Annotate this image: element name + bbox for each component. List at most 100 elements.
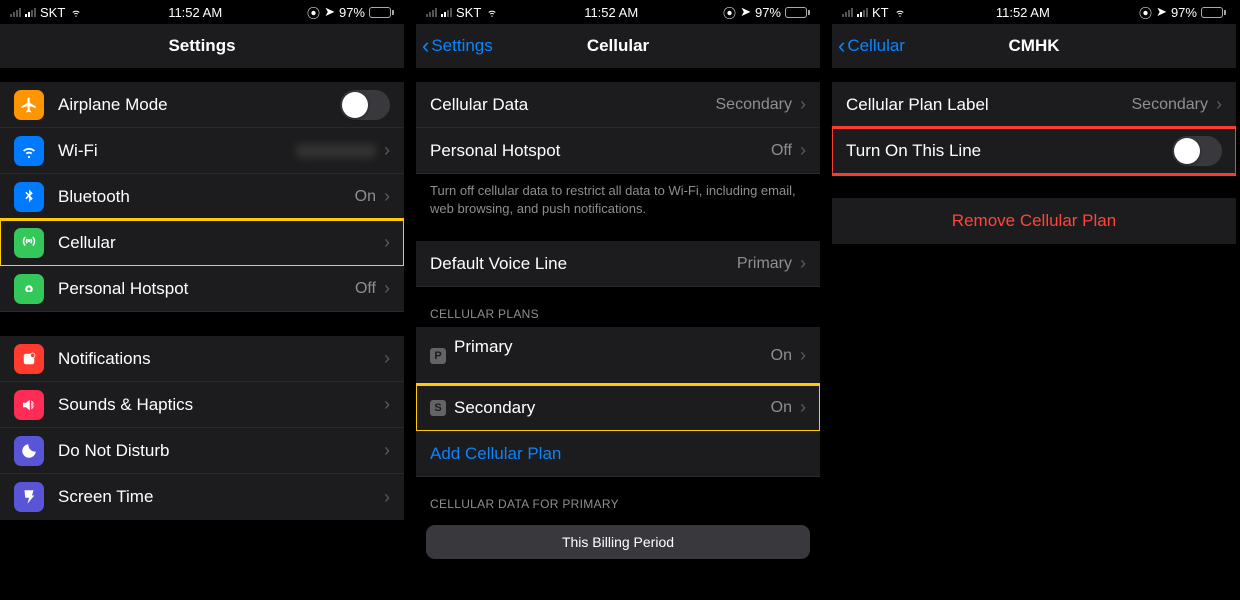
row-personal-hotspot[interactable]: Personal HotspotOff› bbox=[416, 128, 820, 174]
page-title: CMHK bbox=[1009, 36, 1060, 56]
row-value: Secondary bbox=[716, 96, 793, 114]
row-value: Primary bbox=[737, 255, 792, 273]
row-cellular-plan-label[interactable]: Cellular Plan LabelSecondary› bbox=[832, 82, 1236, 128]
battery-icon bbox=[1201, 7, 1226, 18]
bluetooth-icon bbox=[14, 182, 44, 212]
row-label: Cellular Data bbox=[430, 95, 528, 115]
row-value: On bbox=[771, 399, 792, 417]
section-footer: Turn off cellular data to restrict all d… bbox=[416, 174, 820, 217]
location-icon: ➤ bbox=[324, 4, 335, 20]
phone-screen: KT 11:52 AM ⦿ ➤ 97% ‹ Cellular CMHK Cell… bbox=[832, 0, 1236, 600]
wifi-icon bbox=[893, 7, 907, 18]
row-wifi[interactable]: Wi-Fi › bbox=[0, 128, 404, 174]
row-label: Cellular bbox=[58, 233, 116, 253]
nav-bar: ‹ Cellular CMHK bbox=[832, 24, 1236, 68]
row-value: On bbox=[771, 347, 792, 365]
page-title: Settings bbox=[168, 36, 235, 56]
row-cellular-data[interactable]: Cellular Data Secondary › bbox=[416, 82, 820, 128]
row-screen-time[interactable]: Screen Time › bbox=[0, 474, 404, 520]
segmented-control[interactable]: This Billing Period bbox=[426, 525, 810, 559]
chevron-left-icon: ‹ bbox=[422, 35, 429, 57]
row-personal-hotspot[interactable]: Personal HotspotOff› bbox=[0, 266, 404, 312]
status-bar: KT 11:52 AM ⦿ ➤ 97% bbox=[832, 0, 1236, 24]
airplane-mode-toggle[interactable] bbox=[340, 90, 390, 120]
chevron-right-icon: › bbox=[384, 232, 390, 253]
carrier-label: SKT bbox=[456, 5, 481, 20]
chevron-right-icon: › bbox=[1216, 94, 1222, 115]
row-label: Primary bbox=[454, 337, 513, 357]
row-label: Airplane Mode bbox=[58, 95, 168, 115]
row-bluetooth[interactable]: BluetoothOn› bbox=[0, 174, 404, 220]
notifications-icon bbox=[14, 344, 44, 374]
status-bar: SKT 11:52 AM ⦿ ➤ 97% bbox=[416, 0, 820, 24]
row-notifications[interactable]: Notifications › bbox=[0, 336, 404, 382]
battery-icon bbox=[369, 7, 394, 18]
battery-pct: 97% bbox=[755, 5, 781, 20]
phone-screen: SKT 11:52 AM ⦿ ➤ 97% ‹ Settings Cellular… bbox=[416, 0, 820, 600]
chevron-right-icon: › bbox=[800, 94, 806, 115]
signal-bars-icon bbox=[857, 7, 868, 17]
status-time: 11:52 AM bbox=[168, 5, 222, 20]
back-button[interactable]: ‹ Settings bbox=[422, 35, 493, 57]
chevron-right-icon: › bbox=[384, 140, 390, 161]
signal-bars-icon bbox=[25, 7, 36, 17]
chevron-right-icon: › bbox=[800, 253, 806, 274]
status-time: 11:52 AM bbox=[584, 5, 638, 20]
alarm-icon: ⦿ bbox=[723, 3, 736, 22]
row-turn-on-this-line[interactable]: Turn On This Line bbox=[832, 128, 1236, 174]
row-value bbox=[296, 144, 376, 158]
row-label: Screen Time bbox=[58, 487, 153, 507]
location-icon: ➤ bbox=[1156, 4, 1167, 20]
back-button[interactable]: ‹ Cellular bbox=[838, 35, 905, 57]
section-header: CELLULAR PLANS bbox=[416, 287, 820, 327]
sounds-icon bbox=[14, 390, 44, 420]
wifi-icon bbox=[485, 7, 499, 18]
row-plan-primary[interactable]: PPrimary On› bbox=[416, 327, 820, 385]
row-label: Do Not Disturb bbox=[58, 441, 169, 461]
sim-badge: S bbox=[430, 400, 446, 416]
location-icon: ➤ bbox=[740, 4, 751, 20]
row-label: Default Voice Line bbox=[430, 254, 567, 274]
row-label: Wi-Fi bbox=[58, 141, 98, 161]
row-cellular[interactable]: Cellular › bbox=[0, 220, 404, 266]
row-value: Secondary bbox=[1132, 96, 1209, 114]
airplane-icon bbox=[14, 90, 44, 120]
alarm-icon: ⦿ bbox=[1139, 3, 1152, 22]
wifi-icon bbox=[14, 136, 44, 166]
signal-bars-icon bbox=[441, 7, 452, 17]
row-airplane-mode[interactable]: Airplane Mode bbox=[0, 82, 404, 128]
row-default-voice-line[interactable]: Default Voice Line Primary › bbox=[416, 241, 820, 287]
phone-screen: SKT 11:52 AM ⦿ ➤ 97% Settings Airplane M… bbox=[0, 0, 404, 600]
turn-on-this-line-toggle[interactable] bbox=[1172, 136, 1222, 166]
chevron-right-icon: › bbox=[384, 487, 390, 508]
row-label: Add Cellular Plan bbox=[430, 444, 561, 464]
row-label: Remove Cellular Plan bbox=[846, 211, 1222, 231]
wifi-icon bbox=[69, 7, 83, 18]
dnd-icon bbox=[14, 436, 44, 466]
chevron-right-icon: › bbox=[384, 278, 390, 299]
chevron-right-icon: › bbox=[384, 440, 390, 461]
row-label: Bluetooth bbox=[58, 187, 130, 207]
chevron-right-icon: › bbox=[800, 397, 806, 418]
row-label: Personal Hotspot bbox=[58, 279, 188, 299]
chevron-right-icon: › bbox=[384, 348, 390, 369]
chevron-right-icon: › bbox=[384, 186, 390, 207]
row-remove-cellular-plan[interactable]: Remove Cellular Plan bbox=[832, 198, 1236, 244]
signal-bars-icon bbox=[842, 7, 853, 17]
row-plan-secondary[interactable]: SSecondaryOn› bbox=[416, 385, 820, 431]
row-label: Notifications bbox=[58, 349, 151, 369]
row-sounds-haptics[interactable]: Sounds & Haptics› bbox=[0, 382, 404, 428]
row-add-cellular-plan[interactable]: Add Cellular Plan bbox=[416, 431, 820, 477]
hotspot-icon bbox=[14, 274, 44, 304]
back-label: Cellular bbox=[847, 36, 905, 56]
nav-bar: Settings bbox=[0, 24, 404, 68]
carrier-label: KT bbox=[872, 5, 889, 20]
battery-pct: 97% bbox=[339, 5, 365, 20]
signal-bars-icon bbox=[426, 7, 437, 17]
carrier-label: SKT bbox=[40, 5, 65, 20]
battery-pct: 97% bbox=[1171, 5, 1197, 20]
row-do-not-disturb[interactable]: Do Not Disturb › bbox=[0, 428, 404, 474]
page-title: Cellular bbox=[587, 36, 649, 56]
nav-bar: ‹ Settings Cellular bbox=[416, 24, 820, 68]
chevron-right-icon: › bbox=[384, 394, 390, 415]
